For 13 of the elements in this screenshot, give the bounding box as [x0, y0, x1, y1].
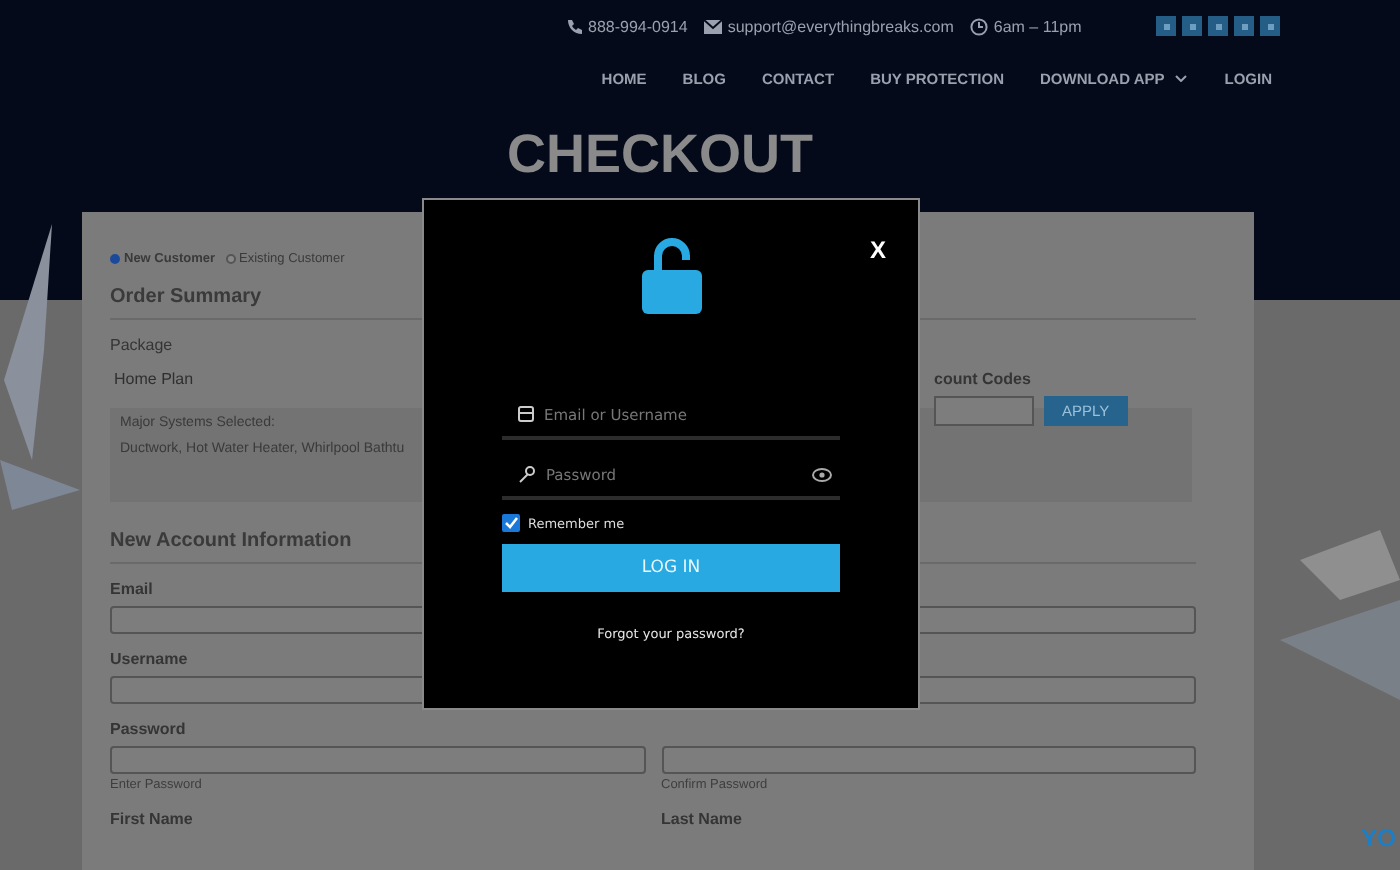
page-title: CHECKOUT [505, 122, 815, 188]
field-label: Last Name [661, 810, 744, 828]
email-address: support@everythingbreaks.com [727, 17, 954, 35]
field-label: First Name [110, 810, 195, 828]
field-label: Package [110, 336, 175, 354]
field-label: Email [110, 580, 155, 598]
field-label: count Codes [934, 370, 1033, 388]
logo-text: YO [1361, 824, 1396, 852]
package-name: Home Plan [114, 370, 196, 388]
business-hours: 6am – 11pm [993, 17, 1082, 35]
field-label: Password [110, 720, 188, 738]
field-label: Username [110, 650, 190, 668]
phone-number: 888-994-0914 [588, 17, 688, 35]
